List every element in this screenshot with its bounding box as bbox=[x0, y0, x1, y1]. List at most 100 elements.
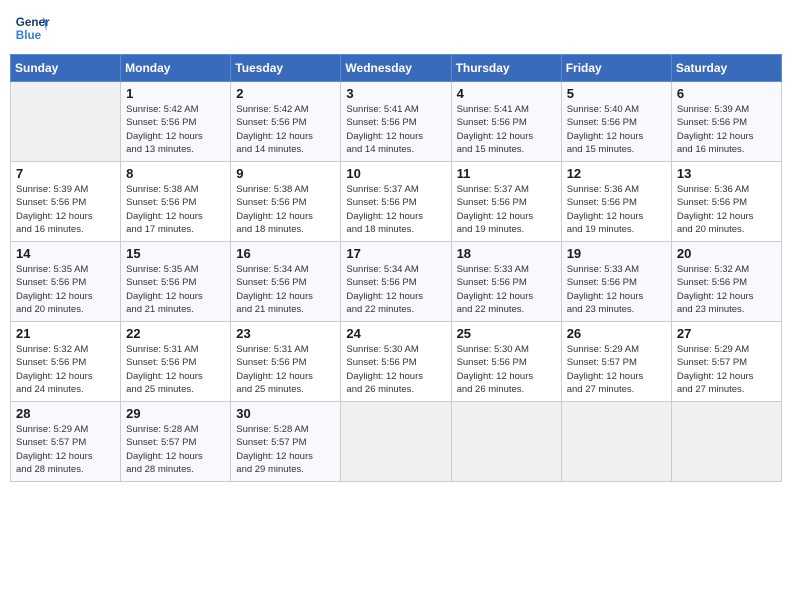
calendar-cell: 2 Sunrise: 5:42 AMSunset: 5:56 PMDaylight… bbox=[231, 82, 341, 162]
calendar-cell: 24 Sunrise: 5:30 AMSunset: 5:56 PMDayligh… bbox=[341, 322, 451, 402]
day-number: 21 bbox=[16, 326, 115, 341]
calendar-cell: 19 Sunrise: 5:33 AMSunset: 5:56 PMDayligh… bbox=[561, 242, 671, 322]
calendar-week-row: 1Sunrise: 5:42 AMSunset: 5:56 PMDaylight… bbox=[11, 82, 782, 162]
day-info: Sunrise: 5:31 AMSunset: 5:56 PMDaylight:… bbox=[126, 343, 225, 396]
day-number: 18 bbox=[457, 246, 556, 261]
calendar-cell: 29Sunrise: 5:28 AMSunset: 5:57 PMDayligh… bbox=[121, 402, 231, 482]
day-info: Sunrise: 5:40 AMSunset: 5:56 PMDaylight:… bbox=[567, 103, 666, 156]
day-info: Sunrise: 5:37 AMSunset: 5:56 PMDaylight:… bbox=[346, 183, 445, 236]
day-number: 29 bbox=[126, 406, 225, 421]
day-info: Sunrise: 5:34 AMSunset: 5:56 PMDaylight:… bbox=[346, 263, 445, 316]
calendar-cell: 5 Sunrise: 5:40 AMSunset: 5:56 PMDaylight… bbox=[561, 82, 671, 162]
day-number: 6 bbox=[677, 86, 776, 101]
logo: General Blue bbox=[14, 10, 50, 46]
day-info: Sunrise: 5:34 AMSunset: 5:56 PMDaylight:… bbox=[236, 263, 335, 316]
calendar-cell: 25 Sunrise: 5:30 AMSunset: 5:56 PMDayligh… bbox=[451, 322, 561, 402]
day-info: Sunrise: 5:30 AMSunset: 5:56 PMDaylight:… bbox=[457, 343, 556, 396]
day-info: Sunrise: 5:42 AMSunset: 5:56 PMDaylight:… bbox=[126, 103, 225, 156]
day-info: Sunrise: 5:39 AMSunset: 5:56 PMDaylight:… bbox=[16, 183, 115, 236]
day-info: Sunrise: 5:35 AMSunset: 5:56 PMDaylight:… bbox=[126, 263, 225, 316]
day-number: 11 bbox=[457, 166, 556, 181]
calendar-cell: 6 Sunrise: 5:39 AMSunset: 5:56 PMDaylight… bbox=[671, 82, 781, 162]
day-info: Sunrise: 5:41 AMSunset: 5:56 PMDaylight:… bbox=[457, 103, 556, 156]
day-number: 7 bbox=[16, 166, 115, 181]
day-info: Sunrise: 5:37 AMSunset: 5:56 PMDaylight:… bbox=[457, 183, 556, 236]
day-info: Sunrise: 5:36 AMSunset: 5:56 PMDaylight:… bbox=[677, 183, 776, 236]
day-number: 3 bbox=[346, 86, 445, 101]
calendar-cell: 10 Sunrise: 5:37 AMSunset: 5:56 PMDayligh… bbox=[341, 162, 451, 242]
column-header-tuesday: Tuesday bbox=[231, 55, 341, 82]
calendar-cell: 18 Sunrise: 5:33 AMSunset: 5:56 PMDayligh… bbox=[451, 242, 561, 322]
calendar-cell: 8 Sunrise: 5:38 AMSunset: 5:56 PMDaylight… bbox=[121, 162, 231, 242]
day-number: 8 bbox=[126, 166, 225, 181]
calendar-week-row: 28 Sunrise: 5:29 AMSunset: 5:57 PMDayligh… bbox=[11, 402, 782, 482]
calendar-cell: 28 Sunrise: 5:29 AMSunset: 5:57 PMDayligh… bbox=[11, 402, 121, 482]
column-header-sunday: Sunday bbox=[11, 55, 121, 82]
calendar-week-row: 14 Sunrise: 5:35 AMSunset: 5:56 PMDayligh… bbox=[11, 242, 782, 322]
day-info: Sunrise: 5:32 AMSunset: 5:56 PMDaylight:… bbox=[16, 343, 115, 396]
calendar-cell: 27Sunrise: 5:29 AMSunset: 5:57 PMDayligh… bbox=[671, 322, 781, 402]
logo-icon: General Blue bbox=[14, 10, 50, 46]
calendar-week-row: 21 Sunrise: 5:32 AMSunset: 5:56 PMDayligh… bbox=[11, 322, 782, 402]
day-info: Sunrise: 5:42 AMSunset: 5:56 PMDaylight:… bbox=[236, 103, 335, 156]
calendar-cell: 17 Sunrise: 5:34 AMSunset: 5:56 PMDayligh… bbox=[341, 242, 451, 322]
day-number: 17 bbox=[346, 246, 445, 261]
calendar-cell: 15 Sunrise: 5:35 AMSunset: 5:56 PMDayligh… bbox=[121, 242, 231, 322]
day-info: Sunrise: 5:30 AMSunset: 5:56 PMDaylight:… bbox=[346, 343, 445, 396]
day-info: Sunrise: 5:31 AMSunset: 5:56 PMDaylight:… bbox=[236, 343, 335, 396]
calendar-cell: 30Sunrise: 5:28 AMSunset: 5:57 PMDayligh… bbox=[231, 402, 341, 482]
calendar-cell: 3 Sunrise: 5:41 AMSunset: 5:56 PMDaylight… bbox=[341, 82, 451, 162]
calendar-cell: 26 Sunrise: 5:29 AMSunset: 5:57 PMDayligh… bbox=[561, 322, 671, 402]
day-info: Sunrise: 5:36 AMSunset: 5:56 PMDaylight:… bbox=[567, 183, 666, 236]
day-number: 2 bbox=[236, 86, 335, 101]
day-number: 15 bbox=[126, 246, 225, 261]
calendar-cell: 23 Sunrise: 5:31 AMSunset: 5:56 PMDayligh… bbox=[231, 322, 341, 402]
day-number: 22 bbox=[126, 326, 225, 341]
day-info: Sunrise: 5:41 AMSunset: 5:56 PMDaylight:… bbox=[346, 103, 445, 156]
day-info: Sunrise: 5:29 AMSunset: 5:57 PMDaylight:… bbox=[567, 343, 666, 396]
column-header-saturday: Saturday bbox=[671, 55, 781, 82]
calendar-cell: 12 Sunrise: 5:36 AMSunset: 5:56 PMDayligh… bbox=[561, 162, 671, 242]
calendar-cell: 4 Sunrise: 5:41 AMSunset: 5:56 PMDaylight… bbox=[451, 82, 561, 162]
day-info: Sunrise: 5:38 AMSunset: 5:56 PMDaylight:… bbox=[126, 183, 225, 236]
day-info: Sunrise: 5:33 AMSunset: 5:56 PMDaylight:… bbox=[567, 263, 666, 316]
day-number: 9 bbox=[236, 166, 335, 181]
calendar-cell bbox=[341, 402, 451, 482]
calendar-cell: 16 Sunrise: 5:34 AMSunset: 5:56 PMDayligh… bbox=[231, 242, 341, 322]
column-header-thursday: Thursday bbox=[451, 55, 561, 82]
calendar-cell: 9 Sunrise: 5:38 AMSunset: 5:56 PMDaylight… bbox=[231, 162, 341, 242]
day-info: Sunrise: 5:38 AMSunset: 5:56 PMDaylight:… bbox=[236, 183, 335, 236]
calendar-cell: 14 Sunrise: 5:35 AMSunset: 5:56 PMDayligh… bbox=[11, 242, 121, 322]
day-number: 13 bbox=[677, 166, 776, 181]
calendar-cell bbox=[11, 82, 121, 162]
calendar-week-row: 7 Sunrise: 5:39 AMSunset: 5:56 PMDaylight… bbox=[11, 162, 782, 242]
day-number: 28 bbox=[16, 406, 115, 421]
column-header-wednesday: Wednesday bbox=[341, 55, 451, 82]
calendar-cell bbox=[561, 402, 671, 482]
day-number: 12 bbox=[567, 166, 666, 181]
calendar-cell: 20Sunrise: 5:32 AMSunset: 5:56 PMDayligh… bbox=[671, 242, 781, 322]
svg-text:Blue: Blue bbox=[16, 29, 42, 42]
day-number: 27 bbox=[677, 326, 776, 341]
day-number: 5 bbox=[567, 86, 666, 101]
day-number: 26 bbox=[567, 326, 666, 341]
day-number: 14 bbox=[16, 246, 115, 261]
day-number: 24 bbox=[346, 326, 445, 341]
day-info: Sunrise: 5:29 AMSunset: 5:57 PMDaylight:… bbox=[16, 423, 115, 476]
day-info: Sunrise: 5:35 AMSunset: 5:56 PMDaylight:… bbox=[16, 263, 115, 316]
day-info: Sunrise: 5:39 AMSunset: 5:56 PMDaylight:… bbox=[677, 103, 776, 156]
day-number: 10 bbox=[346, 166, 445, 181]
day-number: 16 bbox=[236, 246, 335, 261]
day-number: 19 bbox=[567, 246, 666, 261]
day-info: Sunrise: 5:33 AMSunset: 5:56 PMDaylight:… bbox=[457, 263, 556, 316]
calendar-table: SundayMondayTuesdayWednesdayThursdayFrid… bbox=[10, 54, 782, 482]
calendar-cell: 21 Sunrise: 5:32 AMSunset: 5:56 PMDayligh… bbox=[11, 322, 121, 402]
day-number: 30 bbox=[236, 406, 335, 421]
day-number: 23 bbox=[236, 326, 335, 341]
calendar-cell: 1Sunrise: 5:42 AMSunset: 5:56 PMDaylight… bbox=[121, 82, 231, 162]
day-number: 25 bbox=[457, 326, 556, 341]
day-number: 4 bbox=[457, 86, 556, 101]
calendar-header-row: SundayMondayTuesdayWednesdayThursdayFrid… bbox=[11, 55, 782, 82]
day-number: 20 bbox=[677, 246, 776, 261]
calendar-cell bbox=[671, 402, 781, 482]
